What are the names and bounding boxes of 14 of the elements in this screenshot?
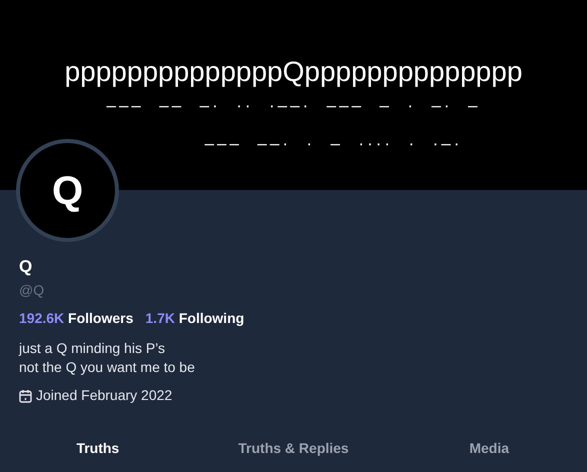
profile-tab[interactable]: Truths xyxy=(76,436,120,461)
profile-name: Q xyxy=(19,256,34,278)
profile-handle: @Q xyxy=(19,281,46,300)
bio-line: not the Q you want me to be xyxy=(19,358,196,377)
banner-title: ppppppppppppppQpppppppppppppp xyxy=(64,55,522,89)
joined-date: Joined February 2022 xyxy=(36,386,172,405)
morse-line: ––– ––· · – ···· · ·–· xyxy=(204,133,462,155)
calendar-icon xyxy=(19,388,32,402)
profile-tab[interactable]: Media xyxy=(469,436,509,461)
bio-line: just a Q minding his P’s xyxy=(19,339,166,358)
morse-line: ––– –– –· ·· ·––· ––– – · –· – xyxy=(106,95,480,117)
stat-link[interactable]: 192.6K Followers xyxy=(19,308,134,329)
profile-tab[interactable]: Truths & Replies xyxy=(238,436,349,461)
stat-link[interactable]: 1.7K Following xyxy=(145,308,244,329)
